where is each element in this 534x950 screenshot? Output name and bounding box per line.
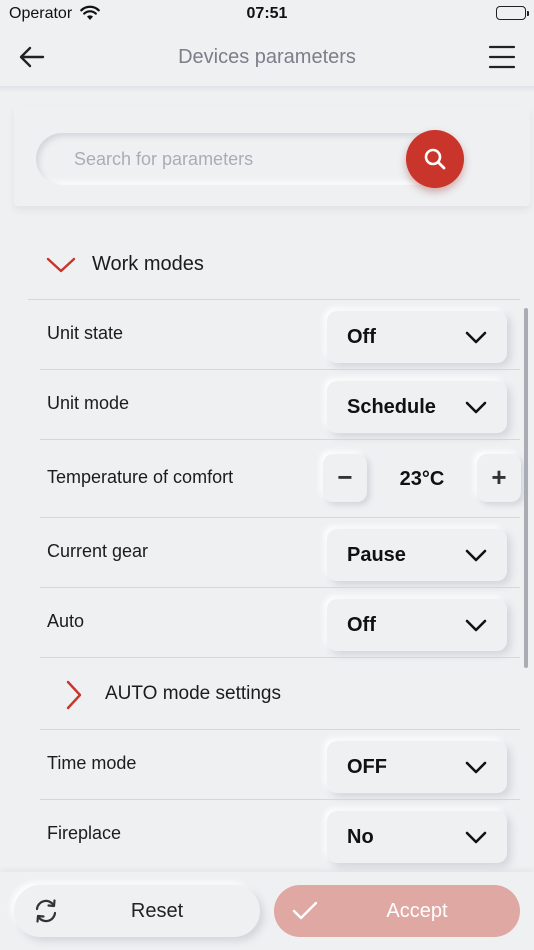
search-input[interactable] — [74, 147, 394, 171]
param-label: Temperature of comfort — [47, 467, 234, 487]
sub-section-label: AUTO mode settings — [105, 683, 282, 704]
auto-dropdown[interactable]: Off — [327, 599, 507, 651]
minus-icon: − — [337, 462, 353, 492]
dropdown-value: Off — [347, 614, 376, 636]
chevron-down-icon — [465, 401, 487, 414]
unit-mode-dropdown[interactable]: Schedule — [327, 381, 507, 433]
checkmark-icon — [292, 901, 318, 920]
search-card — [14, 106, 530, 206]
reset-label: Reset — [130, 900, 184, 922]
param-label: Current gear — [47, 541, 149, 561]
time-mode-dropdown[interactable]: OFF — [327, 741, 507, 793]
search-button[interactable] — [406, 130, 464, 188]
refresh-icon — [35, 899, 57, 923]
status-time: 07:51 — [246, 5, 288, 22]
chevron-down-icon — [465, 831, 487, 844]
chevron-right-icon — [66, 680, 82, 710]
section-work-modes[interactable]: Work modes — [28, 236, 520, 300]
hamburger-menu-icon — [488, 45, 516, 69]
search-icon — [424, 148, 446, 170]
param-label: Unit mode — [47, 393, 130, 413]
param-label: Time mode — [47, 753, 137, 773]
param-row-unit-state: Unit state Off — [40, 300, 520, 370]
dropdown-value: Pause — [347, 544, 406, 566]
param-row-unit-mode: Unit mode Schedule — [40, 370, 520, 440]
status-bar: Operator 07:51 — [0, 0, 534, 28]
accept-button[interactable]: Accept — [274, 885, 520, 937]
param-row-fireplace: Fireplace No — [40, 800, 520, 870]
auto-mode-settings-group[interactable]: AUTO mode settings — [40, 658, 520, 730]
dropdown-value: OFF — [347, 756, 387, 778]
menu-button[interactable] — [488, 43, 516, 71]
param-label: Auto — [47, 611, 85, 631]
param-row-auto: Auto Off — [40, 588, 520, 658]
chevron-down-icon — [465, 549, 487, 562]
action-bar: Reset Accept — [0, 872, 534, 950]
scrollbar[interactable] — [524, 308, 528, 668]
accept-label: Accept — [386, 900, 448, 922]
current-gear-dropdown[interactable]: Pause — [327, 529, 507, 581]
param-label: Unit state — [47, 323, 124, 343]
param-row-time-mode: Time mode OFF — [40, 730, 520, 800]
chevron-down-icon — [46, 257, 76, 273]
battery-icon — [496, 6, 529, 20]
chevron-down-icon — [465, 619, 487, 632]
dropdown-value: Schedule — [347, 396, 436, 418]
plus-icon: + — [491, 462, 507, 492]
temperature-value: 23°C — [399, 468, 445, 490]
page-title: Devices parameters — [178, 46, 356, 68]
reset-button[interactable]: Reset — [14, 885, 260, 937]
increase-button[interactable]: + — [477, 454, 521, 502]
chevron-down-icon — [465, 761, 487, 774]
param-row-current-gear: Current gear Pause — [40, 518, 520, 588]
unit-state-dropdown[interactable]: Off — [327, 311, 507, 363]
dropdown-value: No — [347, 826, 374, 848]
param-row-temperature-of-comfort: Temperature of comfort − 23°C + — [40, 440, 521, 518]
decrease-button[interactable]: − — [323, 454, 367, 502]
temperature-stepper: − 23°C + — [323, 454, 521, 504]
nav-header: Devices parameters — [0, 28, 534, 86]
parameter-list: Unit state Off Unit mode Schedule Temper… — [40, 300, 521, 870]
dropdown-value: Off — [347, 326, 376, 348]
header-shadow — [0, 86, 534, 92]
param-label: Fireplace — [47, 823, 122, 843]
section-label: Work modes — [92, 253, 204, 275]
chevron-down-icon — [465, 331, 487, 344]
fireplace-dropdown[interactable]: No — [327, 811, 507, 863]
search-field — [36, 133, 446, 185]
